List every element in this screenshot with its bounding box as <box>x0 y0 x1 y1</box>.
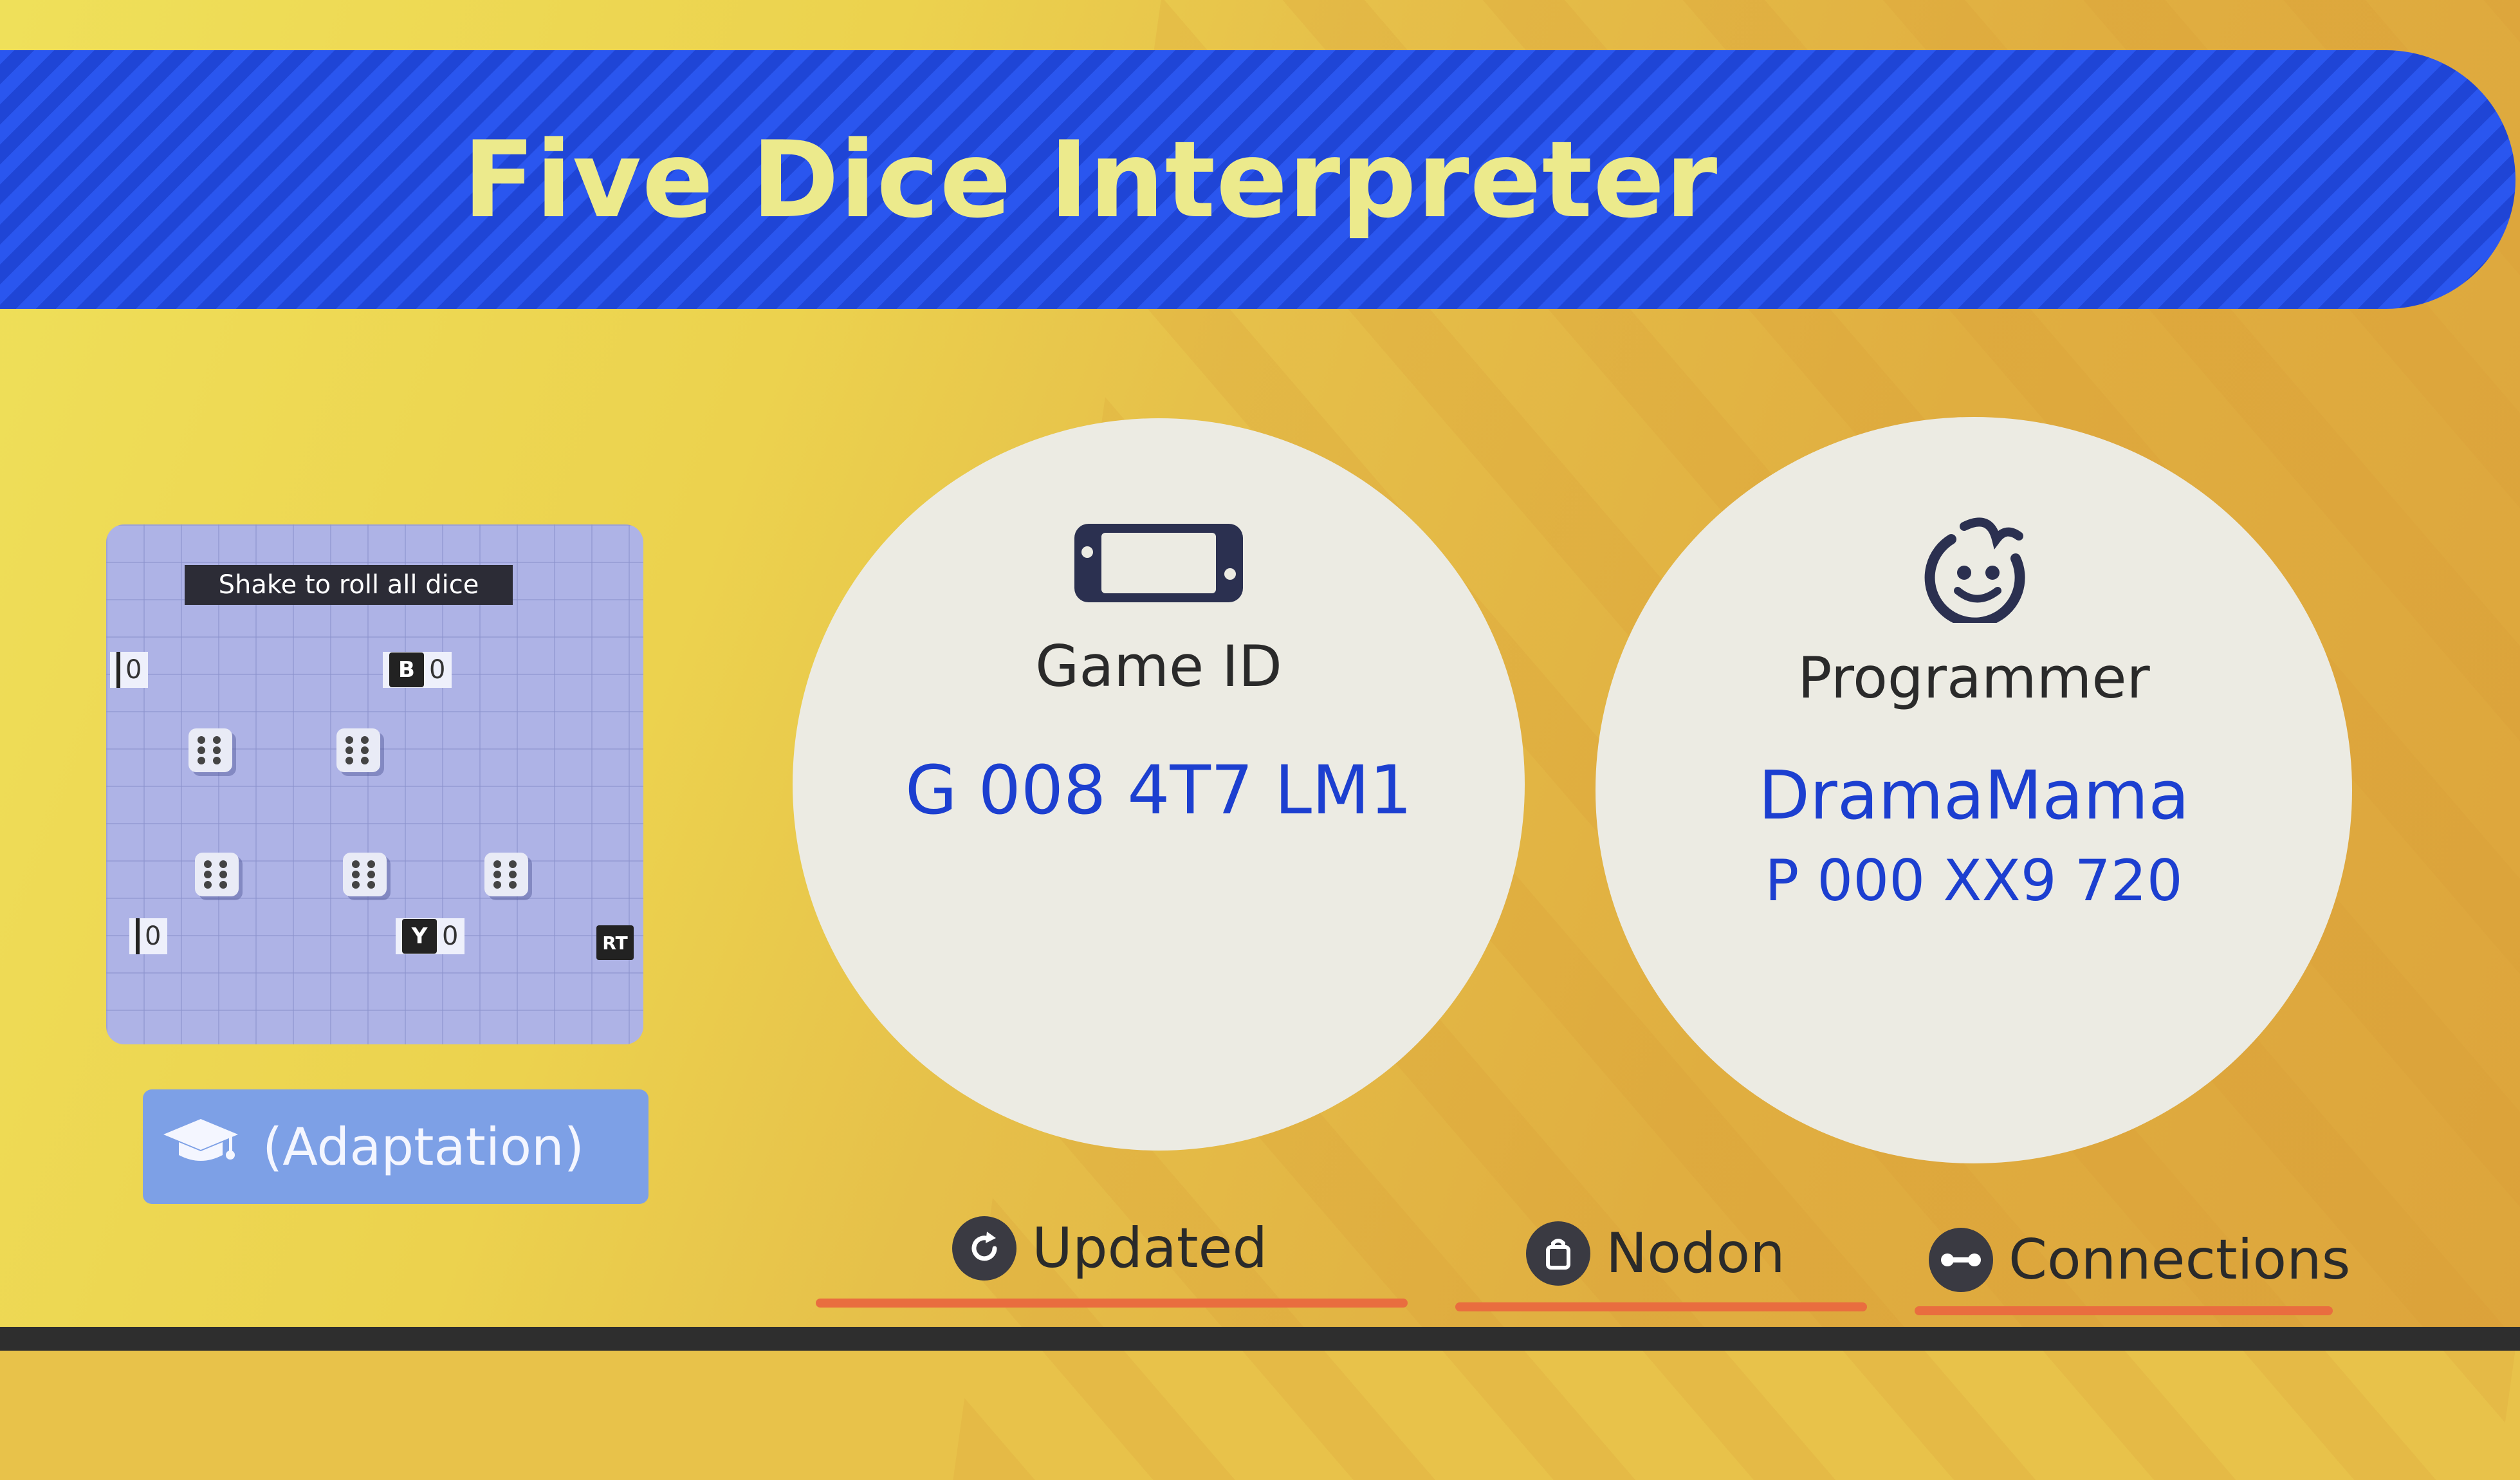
updated-label: Updated <box>1032 1216 1268 1281</box>
connections-label: Connections <box>2009 1228 2351 1292</box>
nodon-underline <box>1455 1302 1867 1311</box>
die-icon <box>189 728 232 772</box>
programmer-panel: Programmer DramaMama P 000 XX9 720 <box>1596 417 2352 1163</box>
programmer-id: P 000 XX9 720 <box>1765 847 2183 914</box>
game-id-panel: Game ID G 008 4T7 LM1 <box>793 418 1525 1151</box>
adaptation-label: (Adaptation) <box>262 1116 584 1177</box>
bag-icon <box>1526 1221 1590 1286</box>
counter-y: Y 0 <box>396 918 465 954</box>
counter-left-top: 0 <box>110 652 149 688</box>
programmer-label: Programmer <box>1798 645 2150 711</box>
preview-banner: Shake to roll all dice <box>185 565 513 605</box>
die-icon <box>343 853 387 896</box>
game-id-value: G 008 4T7 LM1 <box>905 751 1412 829</box>
updated-tab[interactable]: Updated <box>952 1216 1267 1281</box>
counter-value: 0 <box>145 921 161 951</box>
y-key-icon: Y <box>402 919 437 954</box>
die-icon <box>336 728 380 772</box>
nodon-tab[interactable]: Nodon <box>1526 1221 1785 1286</box>
smiley-face-icon <box>1913 513 2035 628</box>
rt-button-icon: RT <box>596 925 634 960</box>
refresh-icon <box>952 1216 1016 1281</box>
adaptation-button[interactable]: (Adaptation) <box>143 1089 648 1204</box>
counter-value: 0 <box>125 655 142 685</box>
counter-value: 0 <box>429 655 446 685</box>
connections-underline <box>1915 1306 2333 1315</box>
game-preview: Shake to roll all dice 0 B 0 0 Y 0 RT <box>106 524 643 1044</box>
title-bar: Five Dice Interpreter <box>0 50 2515 309</box>
programmer-name: DramaMama <box>1758 756 2190 835</box>
counter-b: B 0 <box>383 652 452 688</box>
bottom-bar <box>0 1327 2520 1351</box>
graduation-cap-icon <box>162 1115 239 1179</box>
connections-tab[interactable]: Connections <box>1929 1228 2350 1292</box>
nodon-label: Nodon <box>1606 1221 1785 1286</box>
die-icon <box>195 853 239 896</box>
die-icon <box>484 853 528 896</box>
counter-left-bottom: 0 <box>129 918 168 954</box>
link-icon <box>1929 1228 1993 1292</box>
counter-value: 0 <box>442 921 459 951</box>
b-key-icon: B <box>389 652 424 687</box>
game-title: Five Dice Interpreter <box>463 118 1718 241</box>
updated-underline <box>816 1299 1408 1308</box>
switch-console-icon <box>1072 521 1246 607</box>
game-id-label: Game ID <box>1035 633 1282 699</box>
